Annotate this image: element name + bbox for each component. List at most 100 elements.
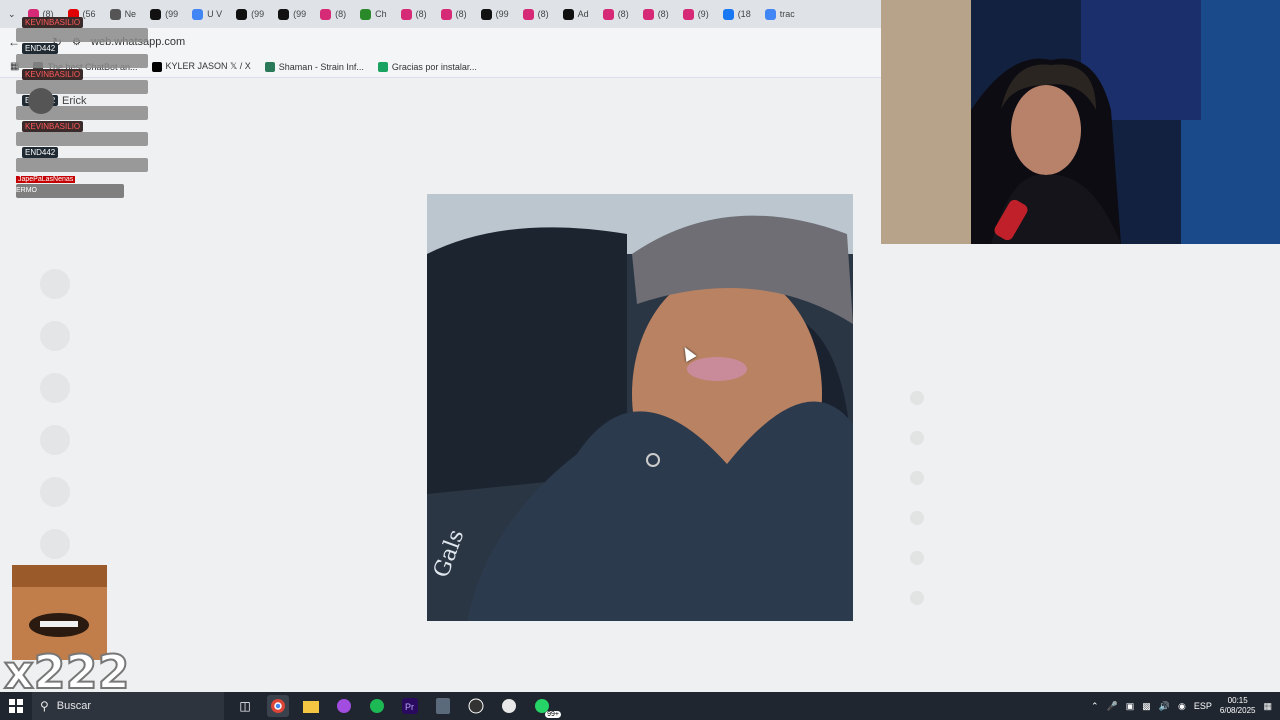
chat-list-item[interactable] bbox=[40, 362, 400, 414]
info-row[interactable] bbox=[910, 418, 1250, 458]
microphone-icon[interactable]: 🎤 bbox=[1107, 701, 1118, 712]
tab-label: (9) bbox=[697, 9, 709, 19]
search-label: Buscar bbox=[56, 700, 92, 712]
browser-tab[interactable]: Ch bbox=[354, 3, 393, 25]
tab-favicon-icon bbox=[400, 8, 412, 20]
emote-count: x222 bbox=[3, 644, 131, 700]
chat-list-item[interactable] bbox=[40, 518, 400, 570]
stream-chat-last-message: JapePaLasNenas ERMO bbox=[16, 176, 124, 198]
browser-tab[interactable]: (8) bbox=[395, 3, 433, 25]
avatar bbox=[40, 269, 70, 299]
chat-list-item[interactable] bbox=[40, 258, 400, 310]
volume-icon[interactable]: 🔊 bbox=[1159, 701, 1170, 712]
notification-badge: 99+ bbox=[545, 711, 561, 718]
info-icon bbox=[910, 511, 924, 525]
browser-tab[interactable]: (99 bbox=[272, 3, 312, 25]
info-row[interactable] bbox=[910, 458, 1250, 498]
premiere-pro-icon[interactable]: Pr bbox=[399, 695, 421, 717]
chat-list-item[interactable] bbox=[40, 466, 400, 518]
browser-tab[interactable]: (18 bbox=[717, 3, 757, 25]
tab-favicon-icon bbox=[722, 8, 734, 20]
chat-message-bar bbox=[16, 132, 148, 146]
bookmark-item[interactable]: KYLER JASON 𝕏 / X bbox=[151, 61, 251, 72]
tab-favicon-icon bbox=[320, 8, 332, 20]
chrome-taskbar-icon[interactable] bbox=[267, 695, 289, 717]
browser-tab[interactable]: (8) bbox=[435, 3, 473, 25]
obs-icon[interactable] bbox=[465, 695, 487, 717]
tab-favicon-icon bbox=[602, 8, 614, 20]
emote-counter: x222 bbox=[3, 565, 131, 700]
clock-time: 00:15 bbox=[1227, 696, 1248, 705]
chat-message-text: ERMO bbox=[16, 187, 37, 194]
app-icon[interactable] bbox=[498, 695, 520, 717]
browser-tab[interactable]: (99 bbox=[144, 3, 184, 25]
tab-favicon-icon bbox=[764, 8, 776, 20]
tab-favicon-icon bbox=[682, 8, 694, 20]
bookmark-label: Shaman - Strain Inf... bbox=[278, 61, 364, 72]
bookmark-item[interactable]: Shaman - Strain Inf... bbox=[264, 61, 364, 72]
info-row[interactable] bbox=[910, 578, 1250, 618]
chat-list-item[interactable] bbox=[40, 414, 400, 466]
svg-text:Pr: Pr bbox=[405, 702, 414, 712]
avatar bbox=[40, 373, 70, 403]
info-icon bbox=[910, 551, 924, 565]
avatar bbox=[40, 425, 70, 455]
browser-tab[interactable]: (8) bbox=[517, 3, 555, 25]
tab-label: (8) bbox=[617, 9, 629, 19]
windows-start-button[interactable] bbox=[0, 692, 32, 720]
stream-chat-message: KEVINBASILIO bbox=[16, 16, 150, 42]
browser-tab[interactable]: U V bbox=[186, 3, 228, 25]
chat-header-contact[interactable]: Erick bbox=[28, 88, 86, 114]
bookmark-favicon-icon bbox=[264, 61, 275, 72]
contact-avatar[interactable] bbox=[28, 88, 54, 114]
tab-favicon-icon bbox=[236, 8, 248, 20]
clock-date: 6/08/2025 bbox=[1219, 706, 1256, 715]
screen-icon[interactable]: ▣ bbox=[1126, 701, 1135, 712]
webcam-feed bbox=[881, 0, 1280, 244]
tab-favicon-icon bbox=[522, 8, 534, 20]
spotify-icon[interactable] bbox=[366, 695, 388, 717]
chat-list-item[interactable] bbox=[40, 310, 400, 362]
tab-favicon-icon bbox=[278, 8, 290, 20]
browser-tab[interactable]: trac bbox=[759, 3, 801, 25]
tab-label: Ad bbox=[577, 9, 589, 19]
messenger-icon[interactable] bbox=[333, 695, 355, 717]
bookmark-favicon-icon bbox=[377, 61, 388, 72]
info-icon bbox=[910, 471, 924, 485]
browser-tab[interactable]: (99 bbox=[475, 3, 515, 25]
tab-label: (99 bbox=[495, 9, 509, 19]
notification-icon[interactable]: ▦ bbox=[1263, 701, 1272, 712]
browser-tab[interactable]: (9) bbox=[677, 3, 715, 25]
browser-tab[interactable]: (8) bbox=[597, 3, 635, 25]
chat-message-bar bbox=[16, 54, 148, 68]
info-row[interactable] bbox=[910, 538, 1250, 578]
calculator-icon[interactable] bbox=[432, 695, 454, 717]
photo-viewer-image[interactable]: Gals bbox=[427, 194, 853, 621]
tab-label: (18 bbox=[737, 9, 751, 19]
browser-tab[interactable]: (99 bbox=[230, 3, 270, 25]
chat-username-tag: KEVINBASILIO bbox=[22, 121, 84, 132]
browser-tab[interactable]: Ad bbox=[557, 3, 595, 25]
browser-tab[interactable]: (8) bbox=[314, 3, 352, 25]
taskbar-search-box[interactable]: ⚲ Buscar bbox=[32, 692, 224, 720]
network-icon[interactable]: ▩ bbox=[1142, 701, 1151, 712]
info-row[interactable] bbox=[910, 378, 1250, 418]
windows-logo-icon bbox=[9, 699, 23, 713]
bookmark-item[interactable]: Gracias por instalar... bbox=[377, 61, 477, 72]
avatar bbox=[40, 321, 70, 351]
portrait-photo: Gals bbox=[427, 194, 853, 621]
chat-username-tag: END442 bbox=[22, 147, 59, 158]
task-view-icon[interactable]: ◫ bbox=[234, 695, 256, 717]
bookmark-favicon-icon bbox=[151, 61, 162, 72]
tab-label: Ch bbox=[375, 9, 387, 19]
wifi-icon[interactable]: ◉ bbox=[1178, 701, 1186, 712]
whatsapp-taskbar-icon[interactable]: 99+ bbox=[531, 695, 561, 718]
file-explorer-icon[interactable] bbox=[300, 695, 322, 717]
language-indicator[interactable]: ESP bbox=[1194, 701, 1212, 711]
browser-tab[interactable]: (8) bbox=[637, 3, 675, 25]
info-row[interactable] bbox=[910, 498, 1250, 538]
chevron-up-icon[interactable]: ⌃ bbox=[1091, 701, 1099, 712]
tab-label: (8) bbox=[657, 9, 669, 19]
info-icon bbox=[910, 431, 924, 445]
clock[interactable]: 00:15 6/08/2025 bbox=[1220, 696, 1256, 716]
